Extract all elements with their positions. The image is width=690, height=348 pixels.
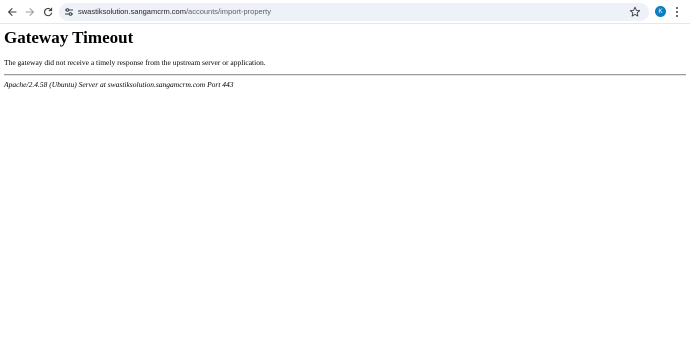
divider [4, 74, 686, 76]
url-path: /accounts/import-property [185, 7, 271, 16]
tune-icon[interactable] [64, 7, 74, 17]
error-message: The gateway did not receive a timely res… [4, 58, 266, 67]
page-content: Gateway Timeout The gateway did not rece… [0, 24, 690, 348]
page-title: Gateway Timeout [4, 28, 134, 47]
back-button[interactable] [4, 4, 20, 20]
arrow-right-icon [25, 8, 34, 16]
reload-icon [43, 7, 53, 17]
star-icon[interactable] [629, 6, 641, 18]
profile-avatar[interactable]: K [655, 6, 666, 17]
reload-button[interactable] [40, 4, 56, 20]
forward-button[interactable] [22, 4, 38, 20]
server-signature: Apache/2.4.58 (Ubuntu) Server at swastik… [4, 80, 234, 89]
browser-window: swastiksolution.sangamcrm.com/accounts/i… [0, 0, 690, 348]
address-bar[interactable]: swastiksolution.sangamcrm.com/accounts/i… [59, 3, 649, 21]
browser-toolbar: swastiksolution.sangamcrm.com/accounts/i… [0, 0, 690, 24]
url-text[interactable]: swastiksolution.sangamcrm.com/accounts/i… [78, 3, 271, 21]
url-host: swastiksolution.sangamcrm.com [78, 7, 186, 16]
kebab-menu-icon[interactable] [674, 5, 680, 19]
arrow-left-icon [8, 8, 17, 16]
